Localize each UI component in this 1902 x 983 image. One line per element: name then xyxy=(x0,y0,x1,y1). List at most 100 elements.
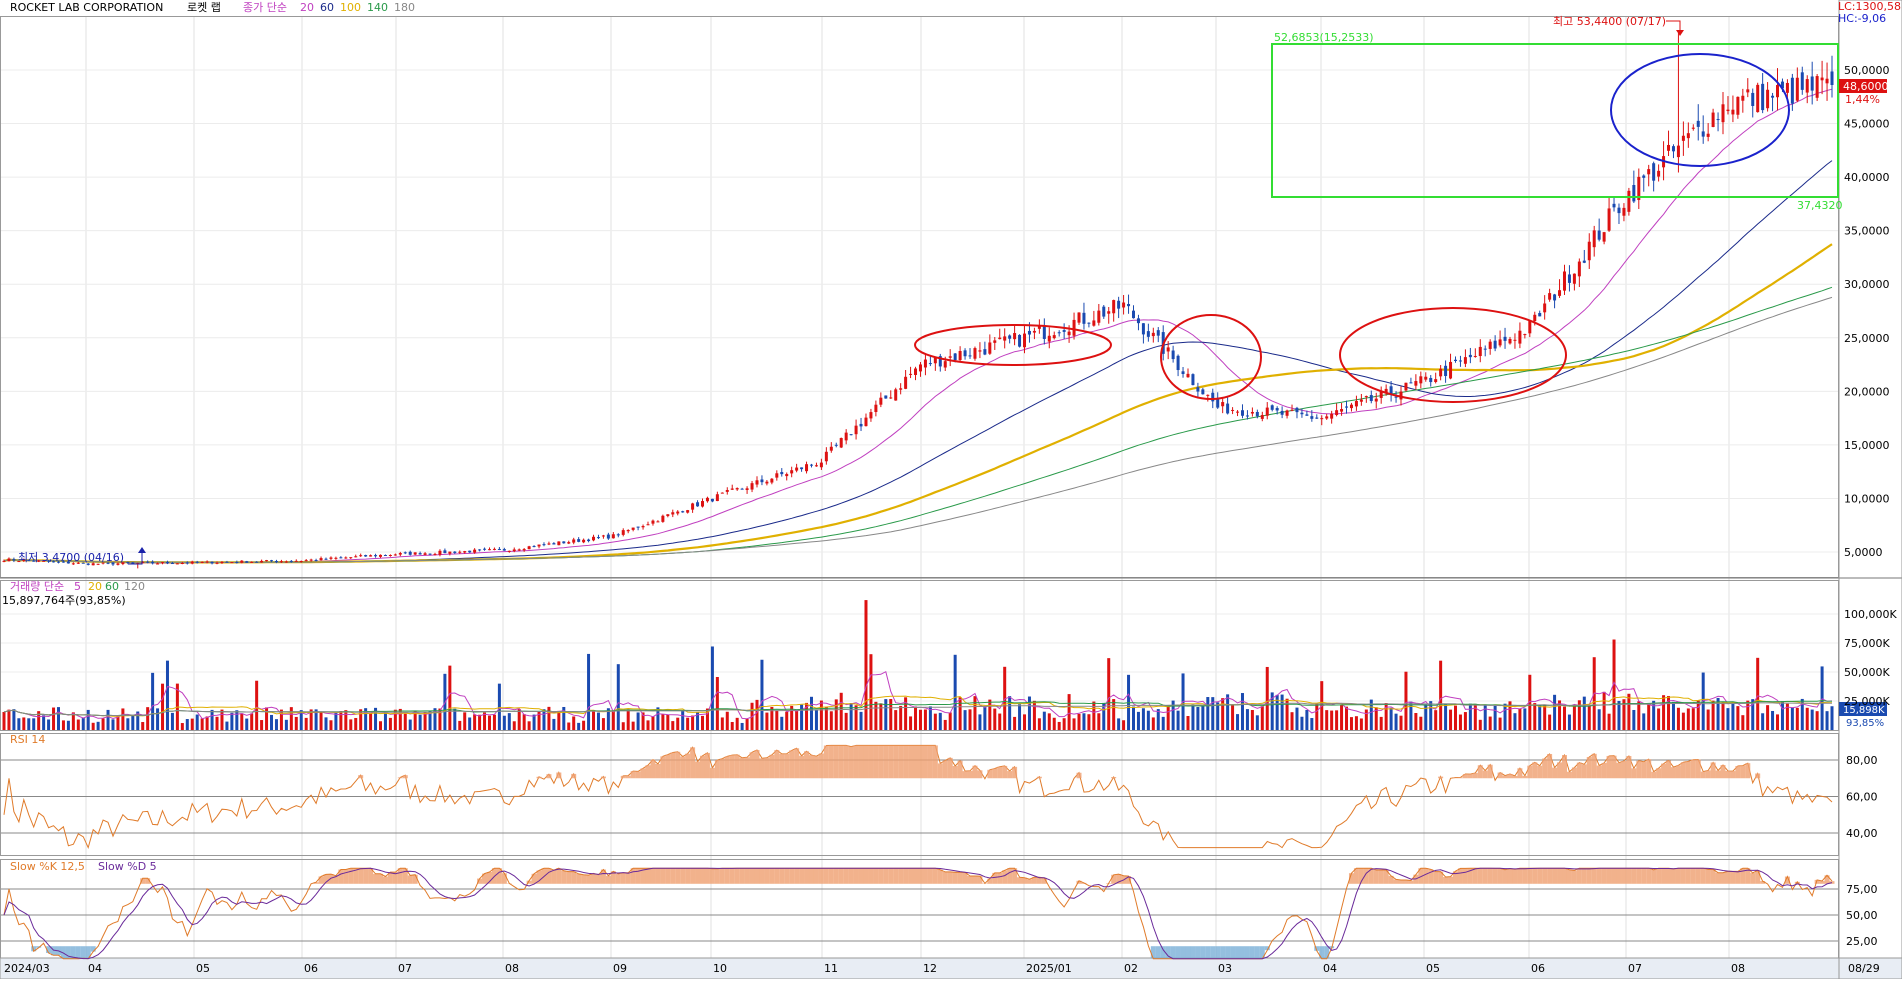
candle-body xyxy=(448,551,452,554)
volume-bar xyxy=(522,714,526,730)
volume-bar xyxy=(1240,693,1244,730)
volume-bar xyxy=(1087,714,1091,730)
candle-body xyxy=(265,560,269,562)
candle-body xyxy=(1592,230,1596,248)
candle-body xyxy=(1582,260,1586,263)
volume-bar xyxy=(1607,713,1611,730)
x-axis-label: 07 xyxy=(1628,962,1642,975)
chart-canvas[interactable]: ROCKET LAB CORPORATION 로켓 랩 종가 단순 20 60 … xyxy=(0,0,1902,980)
volume-bar xyxy=(1503,703,1507,730)
volume-bar xyxy=(1454,705,1458,730)
volume-tick-label: 50,000K xyxy=(1844,666,1890,679)
candle-body xyxy=(458,551,462,553)
volume-bar xyxy=(1151,717,1155,730)
volume-bar xyxy=(86,709,90,730)
volume-bar xyxy=(1389,707,1393,730)
candle-body xyxy=(161,562,165,564)
volume-bar xyxy=(1394,713,1398,730)
candle-body xyxy=(1686,133,1690,139)
volume-bar xyxy=(948,712,952,730)
volume-bar xyxy=(1553,694,1557,730)
stock-chart[interactable]: ROCKET LAB CORPORATION 로켓 랩 종가 단순 20 60 … xyxy=(0,0,1902,980)
volume-bar xyxy=(1637,701,1641,730)
volume-bar xyxy=(1597,709,1601,730)
candle-body xyxy=(656,521,660,523)
candle-body xyxy=(948,356,952,358)
candle-body xyxy=(1345,406,1349,408)
volume-bar xyxy=(983,706,987,730)
candle-body xyxy=(1315,417,1319,419)
candle-body xyxy=(1211,392,1215,402)
volume-bar xyxy=(260,720,264,730)
candle-body xyxy=(849,434,853,436)
volume-bar xyxy=(289,707,293,730)
candle-body xyxy=(1275,408,1279,411)
volume-bar xyxy=(32,718,36,730)
candle-body xyxy=(1151,332,1155,337)
volume-bar xyxy=(304,717,308,730)
candle-body xyxy=(383,555,387,557)
volume-bar xyxy=(864,600,868,730)
volume-bar xyxy=(1587,705,1591,730)
candle-body xyxy=(1468,354,1472,358)
candle-body xyxy=(631,527,635,530)
candle-body xyxy=(582,539,586,543)
volume-bar xyxy=(1131,706,1135,730)
candle-body xyxy=(304,560,308,562)
x-axis-label: 07 xyxy=(398,962,412,975)
candle-body xyxy=(1255,411,1259,417)
candle-body xyxy=(577,539,581,542)
x-axis-label: 05 xyxy=(1426,962,1440,975)
candle-body xyxy=(542,544,546,546)
candle-body xyxy=(1270,405,1274,410)
volume-bars xyxy=(2,600,1834,730)
volume-bar xyxy=(1780,701,1784,730)
volume-bar xyxy=(66,720,70,730)
volume-bar xyxy=(12,709,16,730)
volume-bar xyxy=(1216,702,1220,730)
rsi-title: RSI 14 xyxy=(10,733,45,746)
candle-body xyxy=(1647,169,1651,175)
candle-body xyxy=(1364,396,1368,398)
volume-bar xyxy=(661,714,665,730)
volume-bar xyxy=(1458,714,1462,730)
candle-body xyxy=(1493,340,1497,349)
volume-bar xyxy=(1141,708,1145,730)
volume-bar xyxy=(1052,717,1056,730)
candle-body xyxy=(983,349,987,355)
candle-body xyxy=(914,368,918,375)
candle-body xyxy=(720,492,724,494)
volume-bar xyxy=(156,708,160,730)
volume-bar xyxy=(1226,694,1230,730)
volume-bar xyxy=(383,711,387,730)
axis-tick-labels: 2024/03 04 05 06 07 08 09 10 11 12 2025/01 02 03 04 05… xyxy=(4,64,1897,975)
volume-bar xyxy=(210,709,214,730)
candle-body xyxy=(1449,361,1453,379)
candle-body xyxy=(190,561,194,564)
candle-body xyxy=(408,551,412,555)
volume-bar xyxy=(1657,708,1661,730)
volume-bar xyxy=(1399,715,1403,730)
candle-body xyxy=(1671,146,1675,152)
candle-body xyxy=(1354,401,1358,407)
candle-body xyxy=(200,561,204,563)
candle-body xyxy=(725,490,729,492)
candle-body xyxy=(1562,271,1566,291)
candle-body xyxy=(1191,374,1195,386)
candle-body xyxy=(592,536,596,541)
volume-bar xyxy=(1176,710,1180,730)
candle-body xyxy=(1820,77,1824,81)
candle-body xyxy=(1127,303,1131,307)
volume-bar xyxy=(1627,693,1631,730)
stoch-title2: Slow %D 5 xyxy=(98,860,157,873)
x-axis-label: 05 xyxy=(196,962,210,975)
candle-body xyxy=(1681,135,1685,141)
volume-bar xyxy=(418,714,422,730)
volume-bar xyxy=(1523,708,1527,730)
volume-bar xyxy=(1161,716,1165,730)
price-tick-label: 30,0000 xyxy=(1844,278,1890,291)
volume-bar xyxy=(918,709,922,730)
volume-bar xyxy=(2,712,6,730)
candle-body xyxy=(1533,314,1537,322)
candle-body xyxy=(1206,394,1210,396)
